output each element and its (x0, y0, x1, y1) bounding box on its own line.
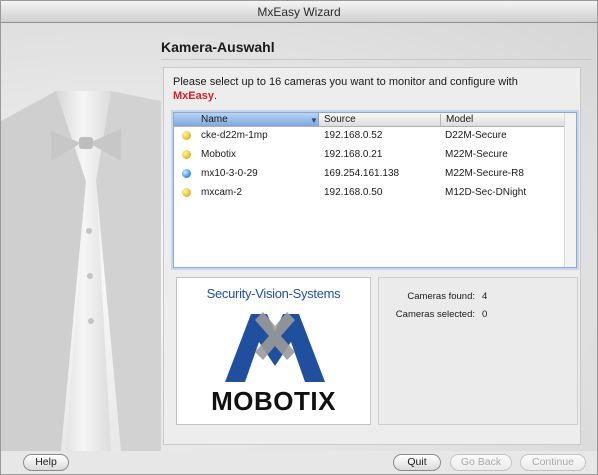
table-row[interactable]: cke-d22m-1mp 192.168.0.52 D22M-Secure (174, 127, 564, 145)
status-yellow-icon (182, 131, 191, 140)
table-header: Name ▼ Source Model (174, 113, 576, 127)
window-title: MxEasy Wizard (257, 5, 341, 19)
tuxedo-illustration (1, 91, 161, 451)
sort-descending-icon: ▼ (310, 116, 318, 125)
intro-text: Please select up to 16 cameras you want … (173, 75, 573, 103)
column-header-source[interactable]: Source (321, 114, 441, 126)
brand-easy: Easy (188, 90, 214, 102)
table-scrollbar[interactable] (564, 113, 576, 267)
cameras-found-label: Cameras found: (407, 291, 475, 302)
status-yellow-icon (182, 150, 191, 159)
camera-model: M22M-Secure (445, 149, 508, 160)
mobotix-logo-panel: Security-Vision-Systems MOBOTIX (176, 277, 371, 425)
camera-source: 192.168.0.50 (324, 187, 383, 198)
continue-button[interactable]: Continue (520, 454, 586, 471)
camera-name: mxcam-2 (201, 187, 243, 198)
wizard-window: MxEasy Wizard Kamera-Auswahl Please sele… (0, 0, 598, 475)
brand-mx: Mx (173, 90, 189, 102)
go-back-button[interactable]: Go Back (450, 454, 512, 471)
camera-model: D22M-Secure (445, 130, 507, 141)
title-bar[interactable]: MxEasy Wizard (1, 1, 597, 23)
camera-model: M22M-Secure-R8 (445, 168, 524, 179)
help-button[interactable]: Help (23, 454, 69, 471)
button-bar: Help Quit Go Back Continue (1, 451, 597, 474)
camera-model: M12D-Sec-DNight (445, 187, 527, 198)
stats-panel: Cameras found: 4 Cameras selected: 0 (378, 277, 578, 425)
column-header-name-label: Name (201, 114, 228, 125)
camera-table[interactable]: Name ▼ Source Model cke-d22m-1mp 192.168… (173, 112, 577, 268)
status-yellow-icon (182, 188, 191, 197)
camera-name: Mobotix (201, 149, 237, 160)
camera-source: 169.254.161.138 (324, 168, 400, 179)
heading-divider (161, 59, 591, 60)
table-row[interactable]: mx10-3-0-29 169.254.161.138 M22M-Secure-… (174, 165, 564, 183)
camera-name: cke-d22m-1mp (201, 130, 268, 141)
brand-period: . (213, 90, 218, 102)
quit-button[interactable]: Quit (393, 454, 441, 471)
column-header-model[interactable]: Model (442, 114, 562, 126)
camera-source: 192.168.0.52 (324, 130, 383, 141)
column-header-name[interactable]: Name ▼ (174, 113, 319, 126)
camera-source: 192.168.0.21 (324, 149, 383, 160)
camera-name: mx10-3-0-29 (201, 168, 258, 179)
status-blue-icon (182, 169, 191, 178)
logo-tagline: Security-Vision-Systems (206, 286, 341, 301)
table-row[interactable]: Mobotix 192.168.0.21 M22M-Secure (174, 146, 564, 164)
cameras-selected-value: 0 (482, 309, 488, 320)
mobotix-m-logo (225, 312, 325, 382)
page-heading: Kamera-Auswahl (161, 39, 275, 55)
logo-wordmark: MOBOTIX (211, 386, 336, 416)
table-row[interactable]: mxcam-2 192.168.0.50 M12D-Sec-DNight (174, 184, 564, 202)
intro-sentence: Please select up to 16 cameras you want … (173, 76, 518, 88)
cameras-found-value: 4 (482, 291, 488, 302)
cameras-selected-label: Cameras selected: (395, 309, 475, 320)
